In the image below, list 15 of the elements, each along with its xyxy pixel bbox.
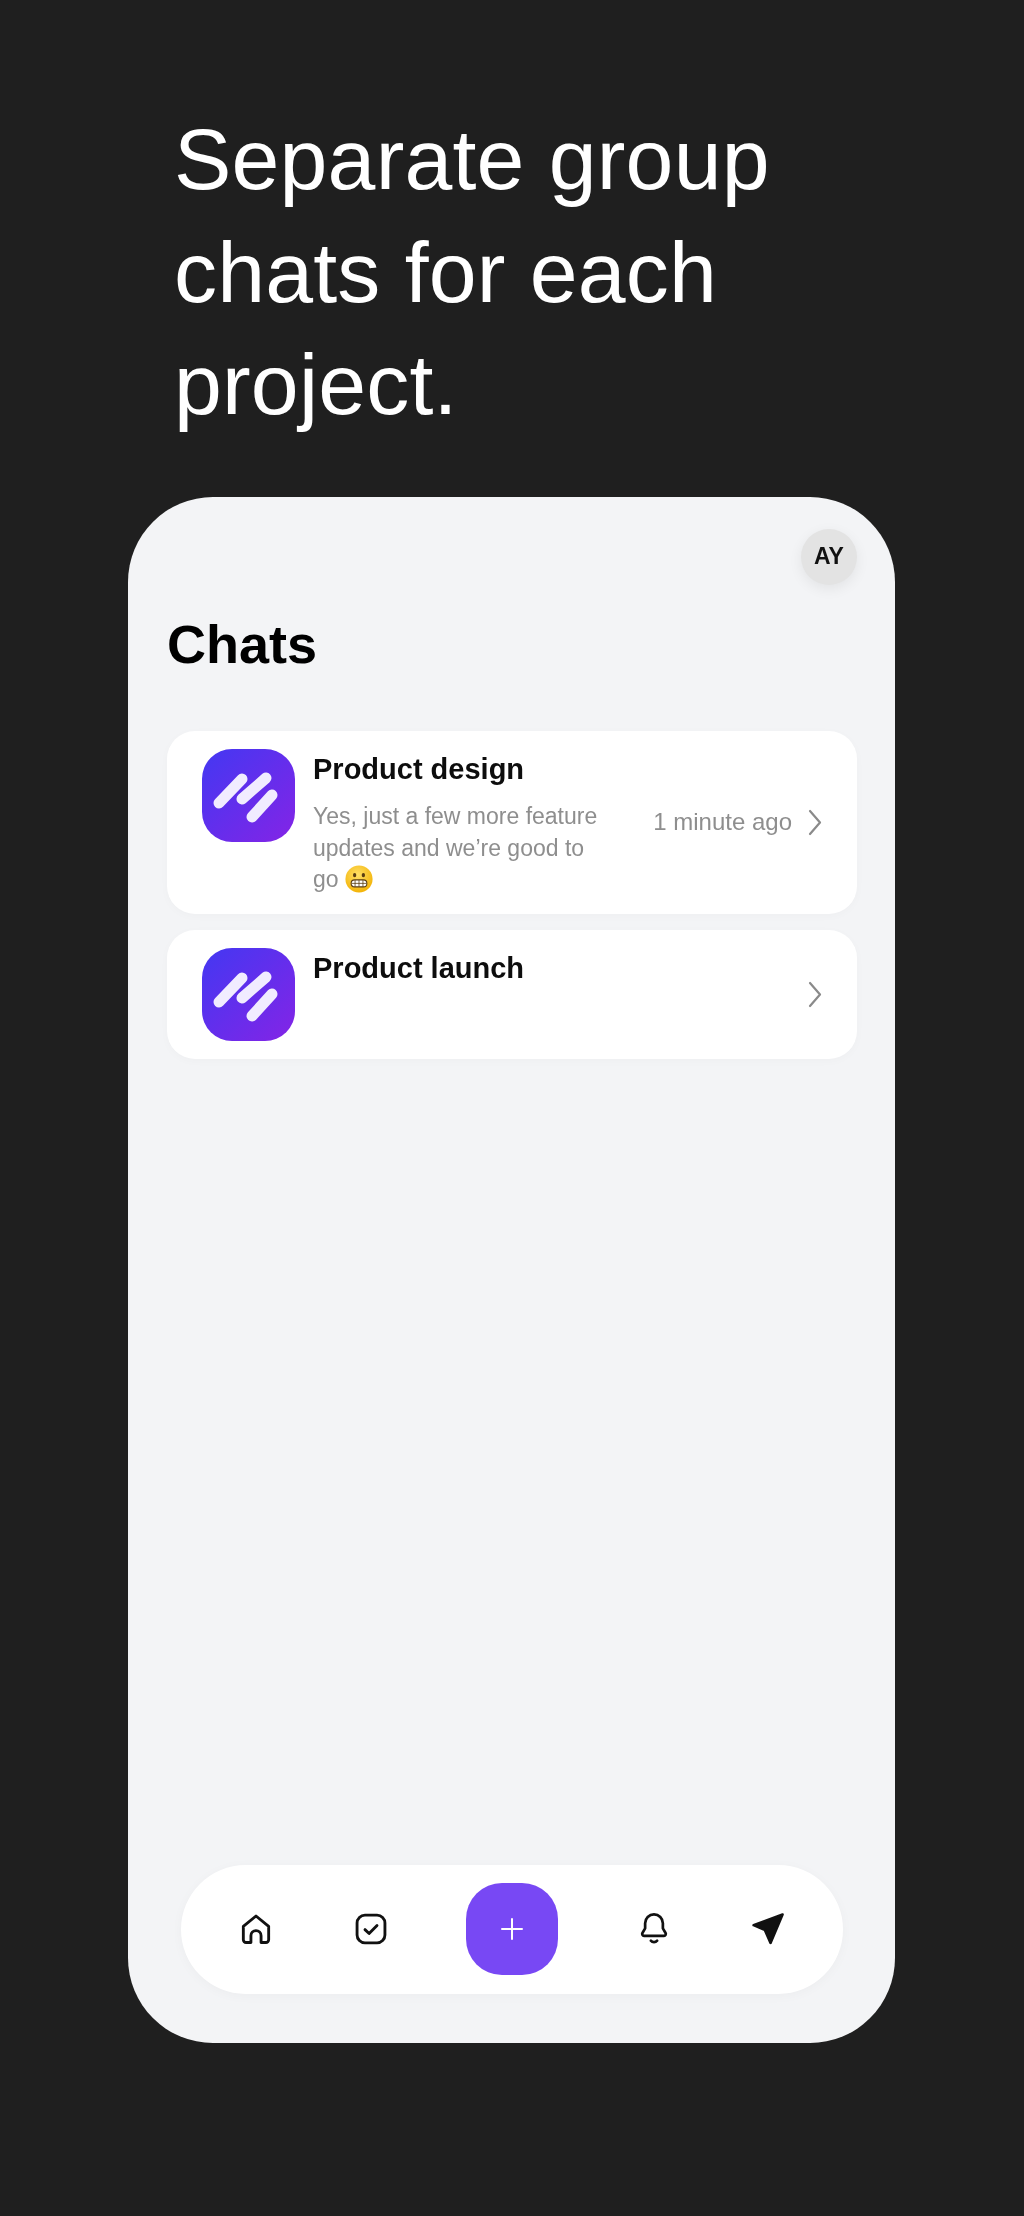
slashes-icon bbox=[202, 947, 295, 1041]
chat-card[interactable]: Product design Yes, just a few more feature updates and we’re good to go 1 minute ago bbox=[167, 730, 857, 914]
headline: Separate group chats for each project. bbox=[174, 110, 771, 434]
chevron-right-icon bbox=[808, 980, 822, 1008]
message-preview: Yes, just a few more feature updates and we’re good to go bbox=[313, 803, 598, 893]
plus-icon bbox=[501, 1918, 523, 1940]
avatar[interactable]: AY bbox=[801, 528, 857, 585]
page-title: Chats bbox=[167, 612, 318, 676]
timestamp: 1 minute ago bbox=[653, 808, 792, 837]
add-button[interactable] bbox=[466, 1883, 558, 1975]
slashes-icon bbox=[202, 748, 295, 842]
chat-name: Product launch bbox=[313, 951, 526, 986]
chat-name: Product design bbox=[313, 752, 526, 787]
chat-card[interactable]: Product launch bbox=[167, 929, 857, 1059]
chevron-right-icon bbox=[808, 808, 822, 836]
